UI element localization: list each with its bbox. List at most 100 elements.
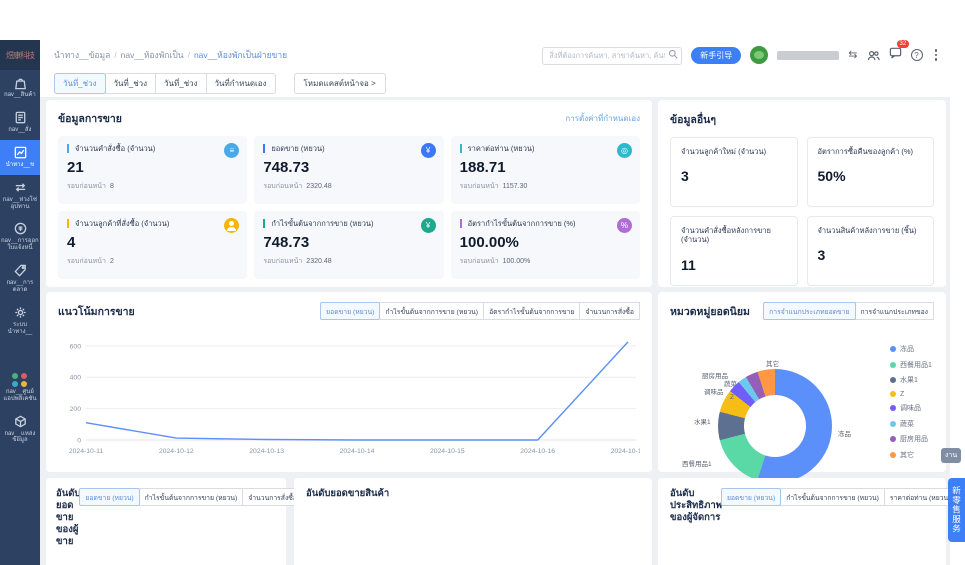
legend-item-6[interactable]: 厨房用品: [890, 434, 932, 444]
legend-dot: [890, 405, 896, 411]
manager-rank-tab-2[interactable]: ราคาต่อท่าน (หยวน): [884, 488, 957, 506]
sidebar-item-3[interactable]: nav__ห่วงโซ่อุปทาน: [0, 175, 40, 217]
date-tab-1[interactable]: วันที่_ช่วง: [105, 73, 157, 94]
messages-icon[interactable]: 32: [889, 46, 902, 64]
help-icon[interactable]: ?: [911, 49, 923, 61]
sidebar-item-5[interactable]: nav__การตลาด: [0, 258, 40, 300]
donut-callout-label: 调味品: [704, 386, 724, 396]
sidebar-item-label: nav__การออกใบแจ้งหนี้: [1, 238, 39, 252]
donut-callout-label: 厨房用品: [702, 370, 728, 380]
legend-item-4[interactable]: 调味品: [890, 403, 932, 413]
sidebar-item-label: nav__ห่วงโซ่อุปทาน: [1, 197, 39, 211]
invoice-icon: [13, 221, 28, 236]
sidebar-item-label: ระบบนำทาง__: [1, 322, 39, 336]
svg-text:2024-10-17: 2024-10-17: [611, 448, 640, 455]
manager-ranking-panel: อันดับประสิทธิภาพของผู้จัดการ ยอดขาย (หย…: [658, 478, 946, 565]
legend-item-7[interactable]: 其它: [890, 450, 932, 460]
kpi-previous: รอบก่อนหน้า2320.48: [263, 256, 434, 267]
legend-label: Z: [900, 391, 904, 398]
popular-categories-panel: หมวดหมู่ยอดนิยม การจำแนกประเภทยอดขายการจ…: [658, 292, 946, 472]
legend-label: 蔬菜: [900, 419, 914, 429]
legend-item-0[interactable]: 冻品: [890, 344, 932, 354]
svg-text:200: 200: [70, 406, 82, 413]
legend-item-2[interactable]: 水果1: [890, 375, 932, 385]
legend-item-5[interactable]: 蔬菜: [890, 419, 932, 429]
search-input[interactable]: [542, 47, 682, 65]
sidebar-item-label: nav__การตลาด: [1, 280, 39, 294]
customer-service-button[interactable]: 新零售服务: [948, 478, 965, 542]
svg-text:600: 600: [70, 343, 82, 350]
breadcrumb-separator: /: [188, 50, 190, 60]
sidebar-item-label: nav__ศูนย์แอปพลิเคชัน: [1, 389, 39, 403]
date-tab-row: วันที่_ช่วงวันที่_ช่วงวันที่_ช่วงวันที่ก…: [40, 70, 950, 97]
kpi-previous: รอบก่อนหน้า2: [67, 256, 238, 267]
svg-text:2024-10-14: 2024-10-14: [340, 448, 375, 455]
sidebar-item-1[interactable]: nav__สั่ง: [0, 105, 40, 140]
kpi-label: ราคาต่อท่าน (หยวน): [460, 144, 610, 153]
legend-dot: [890, 377, 896, 383]
legend-dot: [890, 346, 896, 352]
sidebar-item-0[interactable]: nav__สินค้า: [0, 70, 40, 105]
more-menu-icon[interactable]: [932, 48, 941, 62]
trend-tab-3[interactable]: จำนวนการสั่งซื้อ: [579, 302, 640, 320]
sidebar-item-8[interactable]: nav__แหล่งข้อมูล: [0, 409, 40, 451]
sidebar-gap: [0, 342, 40, 368]
trend-tab-0[interactable]: ยอดขาย (หยวน): [320, 302, 380, 320]
category-tab-1[interactable]: การจำแนกประเภทของ: [855, 302, 934, 320]
legend-item-1[interactable]: 西餐用品1: [890, 360, 932, 370]
kpi-icon: ◎: [617, 143, 632, 158]
breadcrumb-segment[interactable]: นำทาง__ข้อมูล: [54, 50, 110, 60]
date-tab-3[interactable]: วันที่กำหนดเอง: [206, 73, 276, 94]
sidebar-item-7[interactable]: nav__ศูนย์แอปพลิเคชัน: [0, 368, 40, 409]
kpi-card-5: อัตรากำไรขั้นต้นจากการขาย (%)%100.00%รอบ…: [451, 211, 640, 279]
sidebar-item-label: nav__แหล่งข้อมูล: [1, 431, 39, 445]
other-card-0: จำนวนลูกค้าใหม่ (จำนวน)3: [670, 137, 798, 207]
kpi-icon: ¥: [421, 143, 436, 158]
manager-rank-tab-0[interactable]: ยอดขาย (หยวน): [721, 488, 781, 506]
breadcrumb-segment[interactable]: nav__ห้องพักเป็น: [121, 50, 184, 60]
seller-rank-tab-1[interactable]: กำไรขั้นต้นจากการขาย (หยวน): [139, 488, 244, 506]
sales-trend-panel: แนวโน้มการขาย ยอดขาย (หยวน)กำไรขั้นต้นจา…: [46, 292, 652, 472]
kpi-card-4: กำไรขั้นต้นจากการขาย (หยวน)¥748.73รอบก่อ…: [254, 211, 443, 279]
contacts-icon[interactable]: [867, 49, 880, 62]
floating-task-tag[interactable]: งาน: [941, 448, 961, 463]
other-card-value: 3: [818, 247, 924, 263]
sidebar-item-2[interactable]: นำทาง__ข: [0, 140, 40, 175]
sidebar-item-4[interactable]: nav__การออกใบแจ้งหนี้: [0, 216, 40, 258]
date-tab-0[interactable]: วันที่_ช่วง: [54, 73, 106, 94]
avatar[interactable]: [750, 46, 768, 64]
product-ranking-panel: อันดับยอดขายสินค้า: [294, 478, 652, 565]
sidebar-item-label: นำทาง__ข: [1, 162, 39, 169]
beginner-guide-button[interactable]: 新手引导: [691, 47, 741, 64]
legend-label: 水果1: [900, 375, 918, 385]
switch-account-icon[interactable]: ⇆: [848, 50, 857, 61]
kpi-previous: รอบก่อนหน้า2320.48: [263, 181, 434, 192]
screen-cast-button[interactable]: โหมดแคสต์หน้าจอ >: [294, 73, 386, 94]
date-tab-2[interactable]: วันที่_ช่วง: [155, 73, 207, 94]
app-logo: 煜康科技: [0, 40, 40, 70]
donut-legend: 冻品西餐用品1 水果1 Z 调味品蔬菜厨房用品其它: [890, 344, 932, 460]
sidebar: 煜康科技 nav__สินค้าnav__สั่งนำทาง__ข nav__ห่…: [0, 40, 40, 565]
breadcrumb-separator: /: [114, 50, 116, 60]
search-icon: [668, 49, 678, 59]
other-card-label: จำนวนคำสั่งซื้อหลังการขาย (จำนวน): [681, 226, 787, 245]
category-tab-0[interactable]: การจำแนกประเภทยอดขาย: [763, 302, 855, 320]
legend-item-3[interactable]: Z: [890, 391, 932, 398]
cube-icon: [13, 414, 28, 429]
seller-rank-tab-0[interactable]: ยอดขาย (หยวน): [79, 488, 139, 506]
sidebar-item-6[interactable]: ระบบนำทาง__: [0, 300, 40, 342]
svg-text:2024-10-12: 2024-10-12: [159, 448, 194, 455]
manager-rank-tab-1[interactable]: กำไรขั้นต้นจากการขาย (หยวน): [780, 488, 885, 506]
svg-text:2024-10-16: 2024-10-16: [520, 448, 555, 455]
kpi-value: 4: [67, 234, 238, 251]
kpi-card-1: ยอดขาย (หยวน)¥748.73รอบก่อนหน้า2320.48: [254, 136, 443, 204]
svg-text:2024-10-13: 2024-10-13: [249, 448, 284, 455]
kpi-value: 100.00%: [460, 234, 631, 251]
kpi-card-0: จำนวนคำสั่งซื้อ (จำนวน)≡21รอบก่อนหน้า8: [58, 136, 247, 204]
custom-settings-link[interactable]: การตั้งค่าที่กำหนดเอง: [565, 112, 640, 125]
legend-label: 调味品: [900, 403, 921, 413]
manager-ranking-title: อันดับประสิทธิภาพของผู้จัดการ: [670, 488, 722, 524]
trend-tab-1[interactable]: กำไรขั้นต้นจากการขาย (หยวน): [379, 302, 484, 320]
trend-tab-2[interactable]: อัตรากำไรขั้นต้นจากการขาย: [483, 302, 580, 320]
category-donut-chart: 冻品西餐用品1水果1Z调味品蔬菜厨房用品其它 冻品西餐用品1水果1Z调味品蔬菜厨…: [658, 328, 946, 472]
